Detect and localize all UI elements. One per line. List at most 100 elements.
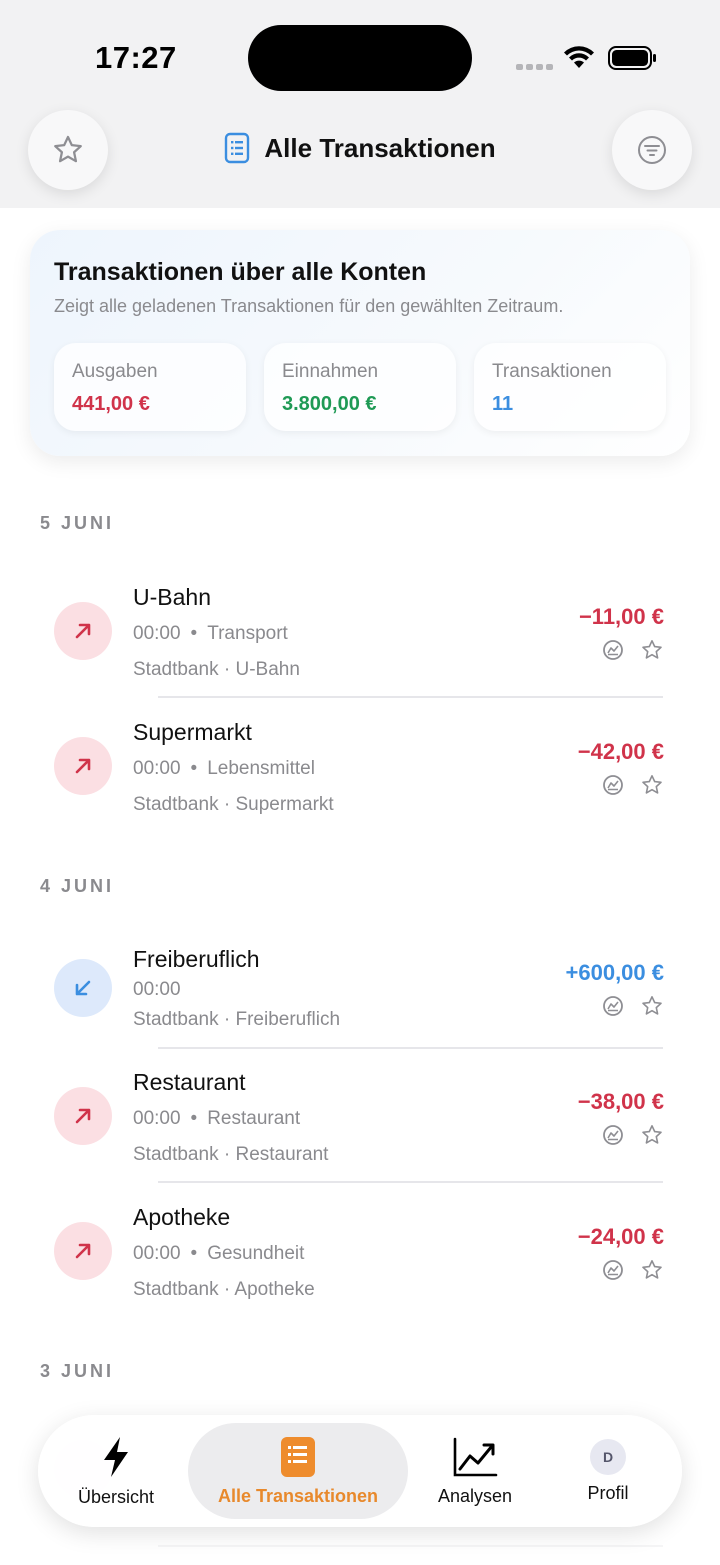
transaction-time-category: 00:00 • Transport: [133, 623, 288, 644]
expense-arrow-icon: [54, 602, 112, 660]
expense-arrow-icon: [54, 737, 112, 795]
transaction-time: 00:00: [133, 1108, 181, 1129]
meta-separator: ·: [223, 1144, 231, 1165]
chart-line-icon: [453, 1437, 498, 1476]
meta-separator: ·: [223, 794, 231, 815]
transaction-account-line: Stadtbank · Restaurant: [133, 1144, 328, 1166]
transaction-amount: −24,00 €: [577, 1224, 664, 1249]
transaction-account: Stadtbank: [133, 1009, 219, 1030]
stat-einnahmen: Einnahmen 3.800,00 €: [264, 343, 456, 431]
list-icon: [281, 1436, 315, 1477]
transaction-category: Gesundheit: [207, 1243, 305, 1264]
row-divider: [158, 696, 663, 698]
stat-transaktionen: Transaktionen 11: [474, 343, 666, 431]
stat-value: 441,00 €: [72, 393, 150, 415]
tab-label: Übersicht: [77, 1486, 155, 1507]
date-header: 3 JUNI: [40, 1361, 115, 1381]
analysis-icon[interactable]: [602, 1259, 624, 1281]
meta-separator: ·: [223, 659, 231, 680]
avatar-icon: D: [590, 1438, 626, 1475]
battery-icon: [608, 46, 656, 70]
transaction-account: Stadtbank: [133, 1279, 219, 1300]
analysis-icon[interactable]: [602, 1124, 624, 1146]
transaction-name: Freiberuflich: [133, 946, 260, 972]
transaction-name: Apotheke: [133, 1204, 231, 1230]
tab-bar: Übersicht Alle Transaktionen Analysen D …: [38, 1415, 682, 1527]
tab-label: Analysen: [437, 1485, 513, 1506]
transaction-time-category: 00:00 • Gesundheit: [133, 1243, 305, 1264]
transaction-time-category: 00:00 • Restaurant: [133, 1108, 301, 1129]
summary-title: Transaktionen über alle Konten: [54, 258, 427, 286]
nav-header: Alle Transaktionen: [0, 110, 720, 208]
expense-arrow-icon: [54, 1087, 112, 1145]
wifi-icon: [564, 46, 594, 68]
row-divider: [158, 1047, 663, 1049]
meta-separator: ·: [223, 1279, 231, 1300]
star-icon[interactable]: [640, 994, 664, 1018]
date-header: 5 JUNI: [40, 513, 115, 533]
analysis-icon[interactable]: [602, 639, 624, 661]
transaction-account: Stadtbank: [133, 1144, 219, 1165]
summary-subtitle: Zeigt alle geladenen Transaktionen für d…: [54, 296, 564, 316]
stat-label: Einnahmen: [282, 361, 379, 382]
row-divider: [158, 1181, 663, 1183]
transaction-name: Restaurant: [133, 1069, 246, 1095]
transaction-payee: Freiberuflich: [235, 1009, 341, 1030]
row-divider: [158, 1545, 663, 1547]
tab-label: Alle Transaktionen: [217, 1485, 379, 1506]
analysis-icon[interactable]: [602, 995, 624, 1017]
transaction-time: 00:00: [133, 758, 181, 779]
tab-uebersicht[interactable]: Übersicht: [54, 1415, 178, 1527]
transaction-category: Restaurant: [207, 1108, 301, 1129]
date-header: 4 JUNI: [40, 876, 115, 896]
transaction-account: Stadtbank: [133, 659, 219, 680]
meta-separator: ·: [223, 1009, 231, 1030]
transaction-category: Lebensmittel: [207, 758, 315, 779]
star-icon[interactable]: [640, 773, 664, 797]
bolt-icon: [104, 1436, 128, 1477]
tab-label: Profil: [587, 1482, 629, 1503]
status-bar: 17:27: [0, 0, 720, 110]
stat-label: Ausgaben: [72, 361, 158, 382]
transaction-amount: −11,00 €: [578, 604, 664, 629]
transaction-account-line: Stadtbank · Supermarkt: [133, 794, 334, 816]
stat-ausgaben: Ausgaben 441,00 €: [54, 343, 246, 431]
transaction-amount: +600,00 €: [565, 960, 664, 985]
transaction-amount: −38,00 €: [577, 1089, 664, 1114]
cellular-signal-icon: [516, 64, 553, 70]
expense-arrow-icon: [54, 1222, 112, 1280]
transaction-name: Supermarkt: [133, 719, 252, 745]
document-list-icon: [225, 132, 250, 164]
transaction-time: 00:00: [133, 1243, 181, 1264]
filter-icon: [638, 136, 666, 164]
transaction-account-line: Stadtbank · Apotheke: [133, 1279, 315, 1301]
dynamic-island: [248, 25, 472, 91]
filter-button[interactable]: [612, 110, 692, 190]
star-icon[interactable]: [640, 638, 664, 662]
transaction-category: Transport: [207, 623, 288, 644]
transaction-name: U-Bahn: [133, 584, 211, 610]
tab-alle-transaktionen[interactable]: Alle Transaktionen: [188, 1415, 408, 1527]
page-title-text: Alle Transaktionen: [264, 132, 496, 163]
star-icon[interactable]: [640, 1258, 664, 1282]
tab-profil[interactable]: D Profil: [548, 1415, 668, 1527]
transaction-payee: Restaurant: [235, 1144, 329, 1165]
stat-value: 3.800,00 €: [282, 393, 377, 415]
income-arrow-icon: [54, 959, 112, 1017]
transaction-payee: Apotheke: [234, 1279, 315, 1300]
transaction-amount: −42,00 €: [577, 739, 664, 764]
transaction-payee: Supermarkt: [235, 794, 334, 815]
tab-analysen[interactable]: Analysen: [416, 1415, 534, 1527]
transaction-account: Stadtbank: [133, 794, 219, 815]
stat-label: Transaktionen: [492, 361, 612, 382]
transaction-payee: U-Bahn: [235, 659, 300, 680]
star-icon[interactable]: [640, 1123, 664, 1147]
transaction-account-line: Stadtbank · U-Bahn: [133, 659, 300, 681]
status-time: 17:27: [95, 40, 177, 75]
transaction-time: 00:00: [133, 979, 181, 1000]
transaction-time: 00:00: [133, 623, 181, 644]
summary-card: Transaktionen über alle Konten Zeigt all…: [30, 230, 690, 456]
transaction-account-line: Stadtbank · Freiberuflich: [133, 1009, 340, 1031]
stat-value: 11: [492, 393, 514, 415]
analysis-icon[interactable]: [602, 774, 624, 796]
